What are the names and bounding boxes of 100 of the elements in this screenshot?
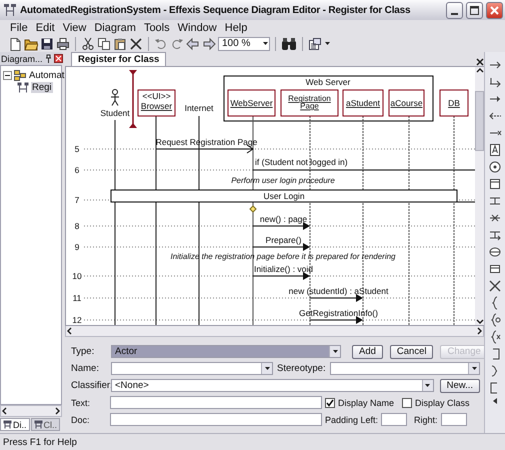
caret-icon[interactable] bbox=[470, 365, 478, 372]
participant-box[interactable] bbox=[280, 90, 338, 116]
package-icon bbox=[14, 70, 26, 80]
menu-item[interactable]: View bbox=[58, 22, 90, 34]
panel-tab[interactable]: Cl.. bbox=[30, 418, 60, 431]
participant-box[interactable] bbox=[138, 90, 176, 116]
arrow-icon[interactable] bbox=[488, 75, 502, 89]
binoculars-icon[interactable] bbox=[281, 36, 297, 50]
menu-item[interactable]: Tools bbox=[140, 22, 174, 34]
close-icon[interactable] bbox=[54, 54, 63, 63]
document-tab[interactable]: Register for Class bbox=[71, 52, 166, 66]
message-arrow[interactable] bbox=[252, 272, 310, 280]
caret-icon[interactable] bbox=[332, 348, 338, 355]
participant-name: Internet bbox=[184, 103, 214, 113]
maximize-button[interactable] bbox=[466, 2, 483, 18]
menu-item[interactable]: File bbox=[6, 22, 32, 34]
checkbox-label: Display Name bbox=[338, 398, 394, 408]
letter-icon[interactable] bbox=[488, 143, 502, 157]
form-button[interactable]: Add bbox=[352, 344, 383, 358]
checkbox[interactable] bbox=[402, 398, 412, 408]
message-label: new (studentId) : aStudent bbox=[288, 286, 388, 296]
participant-name: Browser bbox=[140, 101, 172, 111]
padding-right-field[interactable] bbox=[440, 413, 467, 426]
layout-icon[interactable] bbox=[308, 36, 322, 50]
caret-icon[interactable] bbox=[424, 382, 432, 389]
group-label: Web Server bbox=[306, 77, 350, 87]
print-icon[interactable] bbox=[56, 36, 70, 50]
new-file-icon[interactable] bbox=[8, 36, 22, 50]
close-icon[interactable] bbox=[476, 58, 484, 66]
row-number: 7 bbox=[74, 195, 80, 205]
tree-item[interactable]: Regi bbox=[31, 82, 53, 92]
lifeline[interactable] bbox=[198, 116, 200, 325]
diamond-marker[interactable] bbox=[249, 205, 257, 213]
horizontal-scrollbar[interactable] bbox=[65, 326, 484, 337]
lifeline[interactable] bbox=[362, 116, 364, 325]
paste-icon[interactable] bbox=[113, 36, 127, 50]
circle-icon[interactable] bbox=[488, 160, 502, 174]
row-number: 10 bbox=[72, 271, 82, 281]
lifeline[interactable] bbox=[252, 116, 254, 325]
caret-icon bbox=[262, 40, 269, 47]
pin-icon[interactable] bbox=[44, 54, 53, 63]
tree-item[interactable]: Automat bbox=[28, 70, 66, 80]
lifeline[interactable] bbox=[114, 120, 116, 325]
menu-item[interactable]: Edit bbox=[32, 22, 59, 34]
row-number: 11 bbox=[72, 293, 82, 303]
close-button[interactable] bbox=[486, 2, 503, 18]
interaction-reference-box[interactable] bbox=[110, 190, 458, 202]
message-label: Initialize() : void bbox=[254, 264, 314, 274]
participant-name: DB bbox=[448, 98, 460, 108]
triangle-icon[interactable] bbox=[492, 398, 498, 404]
cross-icon[interactable] bbox=[488, 279, 502, 293]
participant-box[interactable] bbox=[440, 90, 468, 116]
left-arrow-icon[interactable] bbox=[186, 36, 200, 50]
delete-icon[interactable] bbox=[129, 36, 143, 50]
condition-label: if (Student not logged in) bbox=[255, 157, 348, 167]
scissors-icon[interactable] bbox=[81, 36, 95, 50]
rectangle-icon[interactable] bbox=[488, 262, 502, 276]
redo-icon[interactable] bbox=[170, 36, 184, 50]
field-label: Text: bbox=[71, 398, 92, 408]
menu-item[interactable]: Help bbox=[220, 22, 252, 34]
undo-icon[interactable] bbox=[154, 36, 168, 50]
zoom-dropdown[interactable]: 100 % bbox=[218, 36, 270, 50]
copy-icon[interactable] bbox=[97, 36, 111, 50]
collapse-toggle[interactable] bbox=[3, 70, 12, 80]
message-arrow[interactable] bbox=[310, 316, 363, 324]
padding-left-field[interactable] bbox=[381, 413, 408, 426]
diagram-icon bbox=[3, 420, 12, 429]
horizontal-scrollbar[interactable] bbox=[0, 405, 62, 417]
insertion-marker[interactable] bbox=[129, 70, 137, 128]
caret-icon[interactable] bbox=[324, 40, 331, 47]
lifeline[interactable] bbox=[408, 116, 410, 325]
frame-icon[interactable] bbox=[488, 177, 502, 191]
right-arrow-icon[interactable] bbox=[202, 36, 216, 50]
actor-stick-figure[interactable] bbox=[110, 89, 120, 106]
message-arrow[interactable] bbox=[252, 222, 310, 230]
maximize-icon bbox=[470, 6, 479, 14]
minimize-button[interactable] bbox=[446, 2, 463, 18]
panel-tab[interactable]: Di.. bbox=[0, 418, 30, 431]
doc-field[interactable] bbox=[110, 413, 322, 426]
ellipse-icon[interactable] bbox=[488, 245, 502, 259]
scrollbar-thumb[interactable] bbox=[475, 91, 484, 151]
field-label: Right: bbox=[414, 414, 438, 424]
checkbox[interactable] bbox=[325, 398, 335, 408]
field-label: Stereotype: bbox=[277, 363, 326, 374]
form-button[interactable]: Cancel bbox=[390, 344, 434, 358]
participant-box[interactable] bbox=[342, 90, 384, 116]
vertical-scrollbar[interactable] bbox=[475, 67, 484, 325]
new-button[interactable]: New... bbox=[440, 378, 480, 392]
classifier-dropdown[interactable]: <None> bbox=[111, 379, 434, 392]
message-arrow[interactable] bbox=[310, 294, 363, 302]
participant-box[interactable] bbox=[388, 90, 424, 116]
text-field[interactable] bbox=[110, 396, 322, 409]
save-icon[interactable] bbox=[40, 36, 54, 50]
participant-box[interactable] bbox=[228, 90, 276, 116]
type-dropdown[interactable]: Actor bbox=[111, 345, 341, 358]
caret-icon[interactable] bbox=[264, 365, 270, 372]
menu-item[interactable]: Diagram bbox=[90, 22, 140, 34]
message-arrow[interactable] bbox=[252, 243, 310, 251]
menu-item[interactable]: Window bbox=[174, 22, 221, 34]
open-folder-icon[interactable] bbox=[24, 36, 38, 50]
